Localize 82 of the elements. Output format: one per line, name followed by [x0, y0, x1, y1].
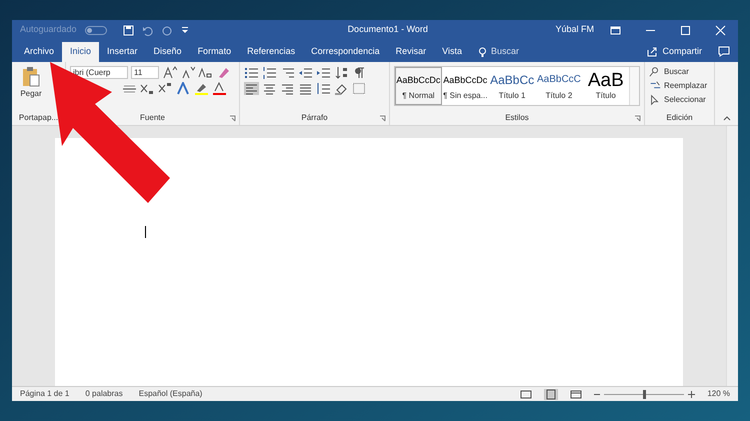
scrollbar[interactable]	[726, 126, 738, 386]
bullets-icon[interactable]	[244, 66, 259, 79]
ribbon-display-icon[interactable]	[610, 24, 621, 36]
paste-button[interactable]: Pegar	[16, 66, 46, 100]
tell-me-field[interactable]: Buscar	[478, 42, 520, 62]
print-layout-icon[interactable]	[544, 388, 558, 400]
align-left-icon[interactable]	[244, 82, 259, 95]
share-button[interactable]: Compartir	[643, 42, 706, 62]
style-gallery-item[interactable]: AaBbCcC Título 2	[536, 67, 582, 105]
dialog-launcher-icon[interactable]	[379, 114, 386, 122]
group-label: Fuente	[140, 112, 165, 124]
pilcrow-icon[interactable]	[352, 66, 367, 79]
text-cursor	[145, 226, 146, 238]
zoom-level[interactable]: 120 %	[707, 388, 730, 400]
user-name[interactable]: Yúbal FM	[555, 23, 594, 37]
group-label: Párrafo	[301, 112, 328, 124]
align-right-icon[interactable]	[280, 82, 295, 95]
group-label: Edición	[666, 112, 693, 124]
shrink-font-icon[interactable]	[180, 66, 195, 79]
align-center-icon[interactable]	[262, 82, 277, 95]
share-icon	[647, 47, 658, 57]
customize-icon[interactable]	[180, 25, 190, 35]
page-count[interactable]: Página 1 de 1	[20, 388, 70, 400]
clipboard-icon	[21, 66, 41, 88]
window-title: Documento1 - Word	[348, 23, 428, 36]
ribbon-tab[interactable]: Correspondencia	[303, 42, 388, 62]
numbering-icon[interactable]	[262, 66, 277, 79]
word-count[interactable]: 0 palabras	[85, 388, 123, 400]
collapse-ribbon-icon[interactable]	[722, 115, 730, 122]
clear-formatting-icon[interactable]	[216, 66, 231, 79]
search-icon	[649, 66, 661, 78]
read-mode-icon[interactable]	[520, 388, 532, 400]
web-layout-icon[interactable]	[570, 388, 582, 400]
grow-font-icon[interactable]	[162, 66, 177, 79]
replace-button[interactable]: Reemplazar	[649, 80, 710, 92]
borders-icon[interactable]	[352, 82, 367, 95]
maximize-icon[interactable]	[680, 24, 691, 36]
dialog-launcher-icon[interactable]	[634, 114, 641, 122]
language[interactable]: Español (España)	[138, 388, 202, 400]
line-spacing-icon[interactable]	[316, 82, 331, 95]
autosave-label: Autoguardado	[20, 23, 77, 36]
dialog-launcher-icon[interactable]	[229, 114, 236, 122]
find-button[interactable]: Buscar	[649, 66, 710, 78]
font-size-field[interactable]: 11	[131, 66, 159, 79]
sort-icon[interactable]	[334, 66, 349, 79]
decrease-indent-icon[interactable]	[298, 66, 313, 79]
ribbon-tab[interactable]: Vista	[434, 42, 470, 62]
ribbon-tab[interactable]: Diseño	[146, 42, 190, 62]
ribbon-tab[interactable]: Inicio	[62, 42, 100, 62]
text-effects-icon[interactable]	[176, 82, 191, 95]
zoom-in-button[interactable]	[688, 390, 696, 398]
ribbon-tab[interactable]: Formato	[190, 42, 240, 62]
group-label: Portapap...	[18, 112, 58, 124]
style-gallery-item[interactable]: AaBbCcDc ¶ Sin espa...	[442, 67, 489, 105]
ribbon-tab[interactable]: Archivo	[16, 42, 62, 62]
cursor-icon	[649, 94, 661, 106]
shading-icon[interactable]	[334, 82, 349, 95]
style-gallery-item[interactable]: AaBbCcDc ¶ Normal	[395, 67, 442, 105]
change-case-icon[interactable]	[198, 66, 213, 79]
justify-icon[interactable]	[298, 82, 313, 95]
zoom-slider-thumb[interactable]	[643, 390, 646, 398]
lightbulb-icon	[478, 46, 488, 58]
highlight-icon[interactable]	[194, 82, 209, 95]
style-gallery-item[interactable]: AaB Título	[582, 67, 630, 105]
ribbon-tab[interactable]: Insertar	[99, 42, 146, 62]
font-name-field[interactable]: ibri (Cuerp	[70, 66, 128, 79]
comments-icon[interactable]	[718, 46, 730, 57]
save-icon[interactable]	[122, 24, 134, 36]
style-gallery-item[interactable]: AaBbCc Título 1	[488, 67, 536, 105]
subscript-icon[interactable]	[140, 82, 155, 95]
group-label: Estilos	[505, 112, 529, 124]
font-color-icon[interactable]	[212, 82, 227, 95]
close-icon[interactable]	[715, 24, 726, 36]
ribbon-tab[interactable]: Revisar	[388, 42, 434, 62]
plus-icon	[688, 390, 696, 398]
superscript-icon[interactable]	[158, 82, 173, 95]
multilevel-list-icon[interactable]	[280, 66, 295, 79]
select-button[interactable]: Seleccionar	[649, 94, 710, 106]
undo-icon[interactable]	[142, 24, 153, 36]
ribbon-tab[interactable]: Referencias	[239, 42, 304, 62]
autosave-toggle[interactable]	[84, 26, 107, 34]
increase-indent-icon[interactable]	[316, 66, 331, 79]
